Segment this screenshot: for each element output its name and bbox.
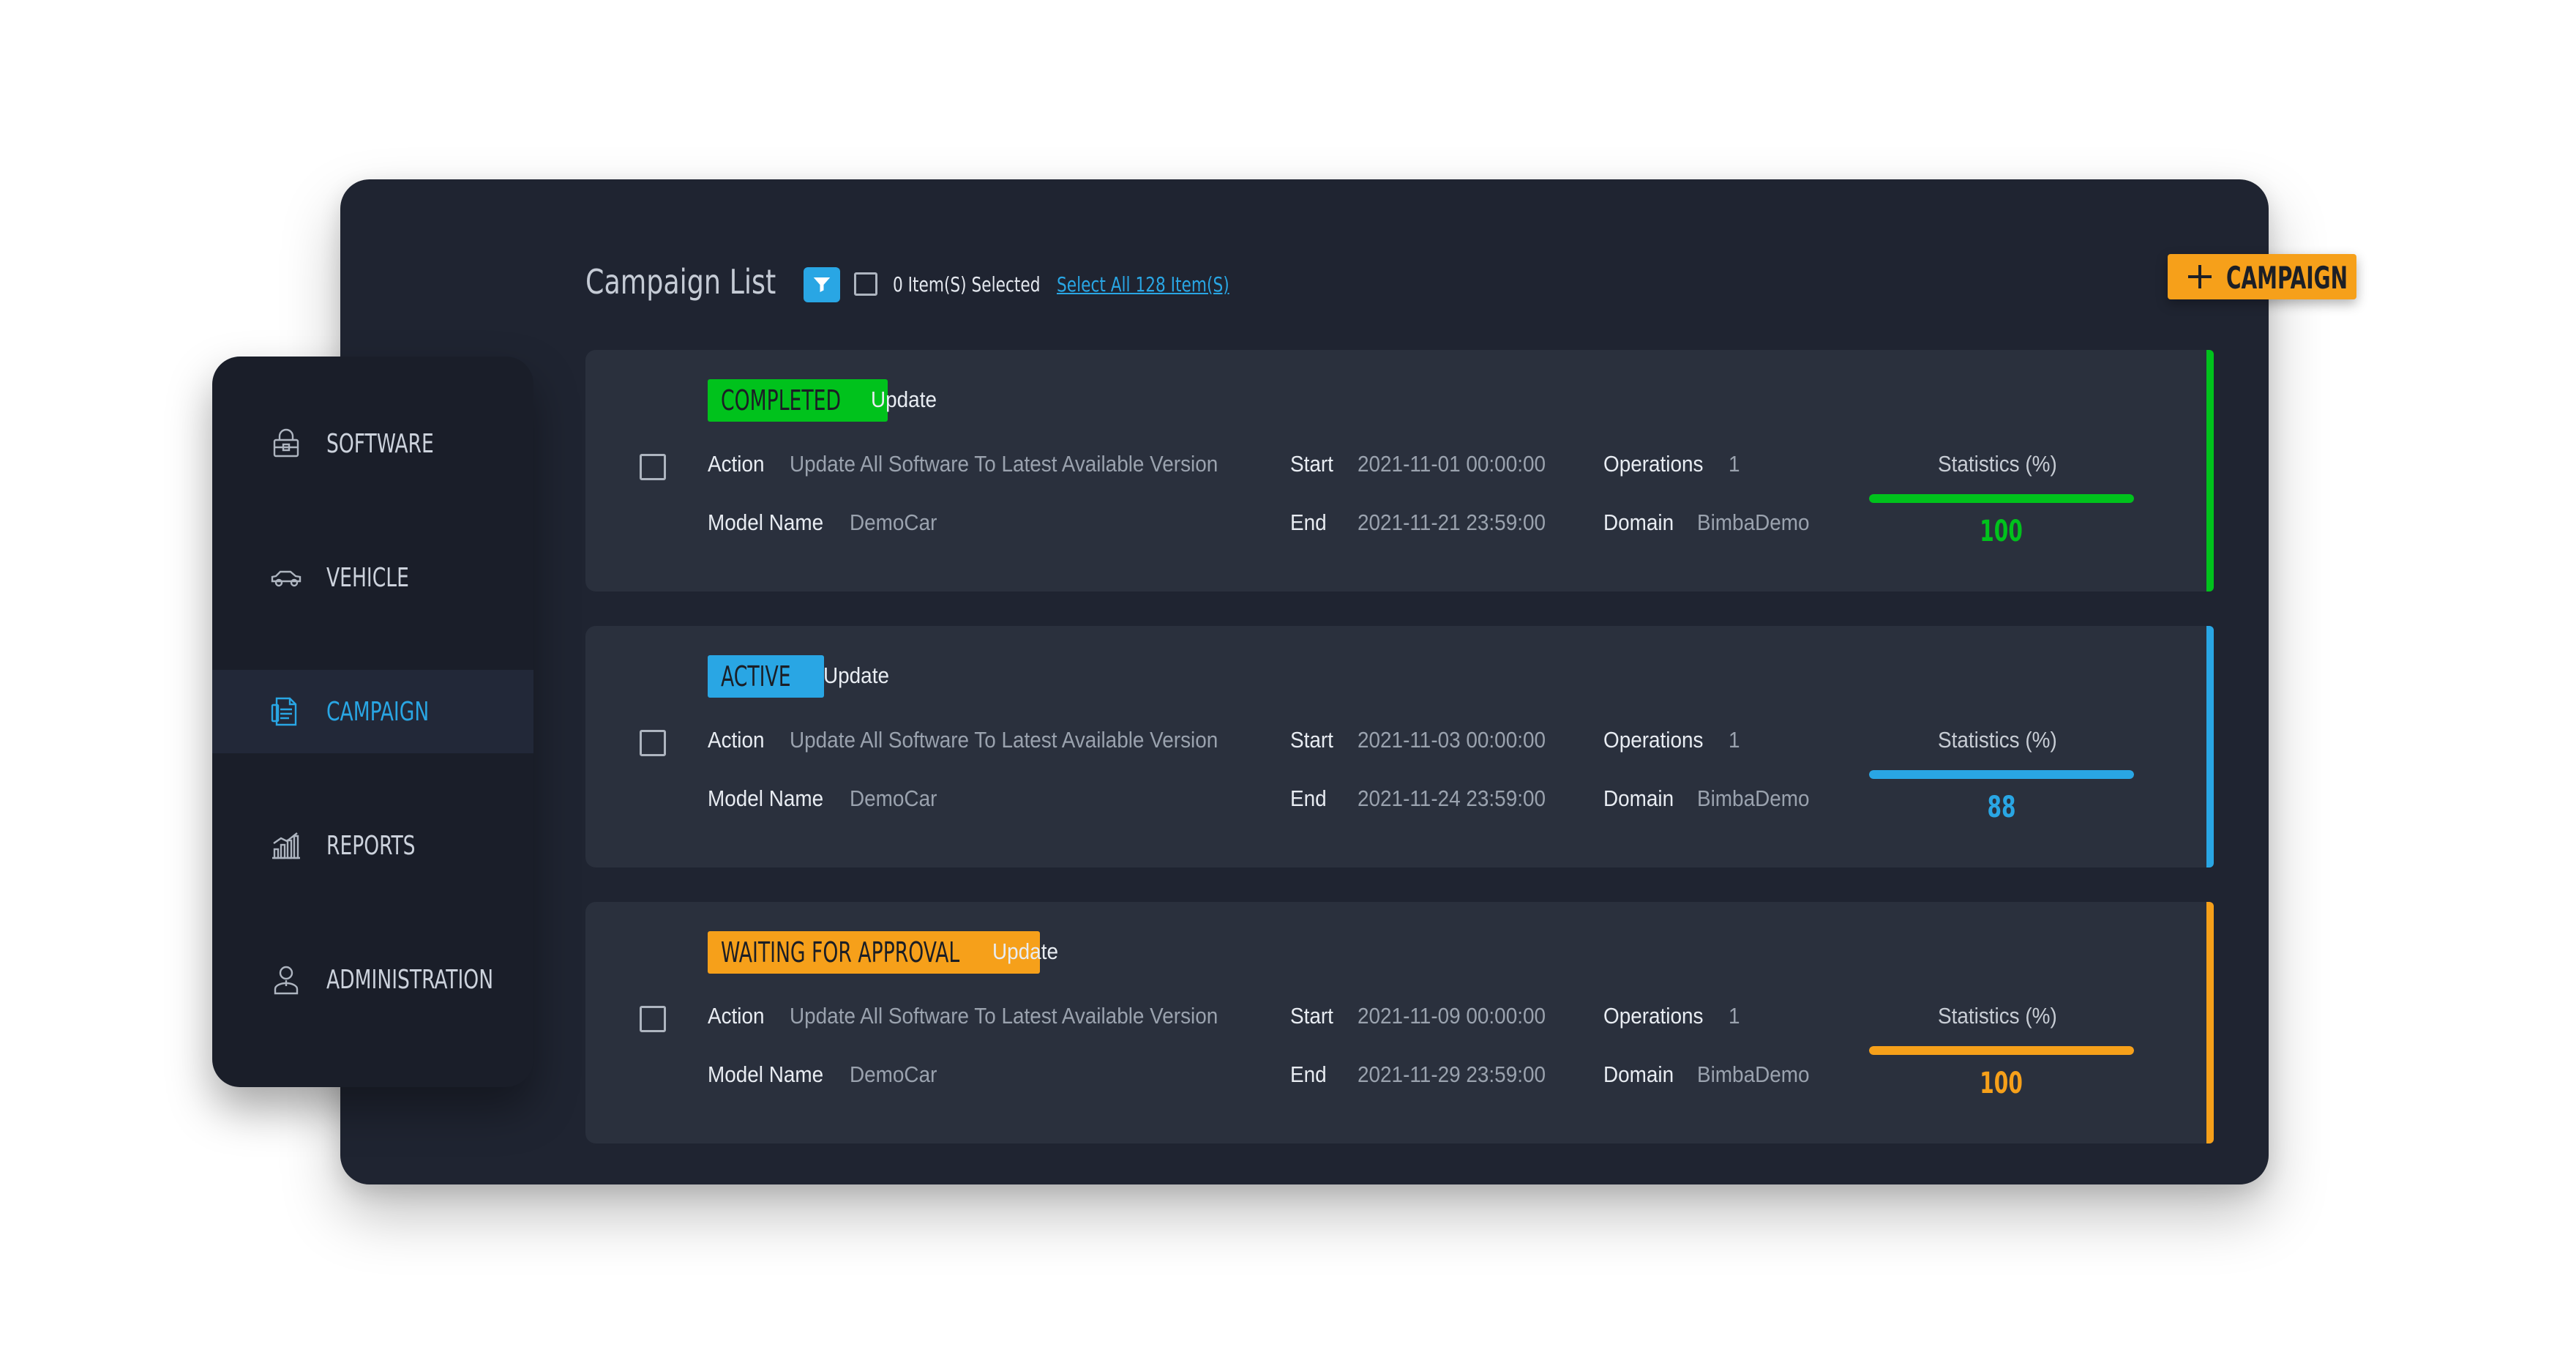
domain-label: Domain [1603,510,1674,535]
end-value: 2021-11-21 23:59:00 [1358,510,1546,535]
statistics-label: Statistics (%) [1938,451,2057,477]
end-value: 2021-11-29 23:59:00 [1358,1061,1546,1087]
operations-value: 1 [1729,451,1740,477]
status-badge: ACTIVE [708,655,824,698]
lock-package-icon [269,427,303,460]
row-checkbox[interactable] [640,1006,666,1032]
statistics-value: 100 [1980,515,2023,548]
user-icon [269,963,303,996]
sidebar-item-administration[interactable]: ADMINISTRATION [212,938,533,1021]
operations-label: Operations [1603,727,1704,753]
model-value: DemoCar [850,1061,937,1087]
domain-value: BimbaDemo [1697,1061,1810,1087]
operations-value: 1 [1729,727,1740,753]
statistics-bar-fill [1869,770,2134,779]
model-label: Model Name [708,786,824,811]
sidebar-item-label: CAMPAIGN [326,696,430,727]
campaign-card[interactable]: ACTIVE Update Action Update All Software… [585,626,2214,867]
start-value: 2021-11-01 00:00:00 [1358,451,1546,477]
end-label: End [1290,510,1327,535]
domain-label: Domain [1603,786,1674,811]
selected-count: 0 Item(S) Selected [893,272,1041,296]
campaign-type: Update [871,387,937,412]
statistics-bar-fill [1869,494,2134,503]
select-all-link[interactable]: Select All 128 Item(S) [1057,272,1229,296]
start-label: Start [1290,727,1333,753]
end-label: End [1290,786,1327,811]
campaign-card[interactable]: COMPLETED Update Action Update All Softw… [585,350,2214,592]
sidebar-item-label: REPORTS [326,830,416,861]
action-value: Update All Software To Latest Available … [790,727,1218,753]
plus-icon [2188,265,2212,288]
status-badge: WAITING FOR APPROVAL [708,931,1041,974]
campaign-type: Update [992,939,1058,964]
statistics-bar [1869,494,2134,503]
row-checkbox[interactable] [640,730,666,756]
action-value: Update All Software To Latest Available … [790,1003,1218,1029]
start-label: Start [1290,1003,1333,1029]
domain-value: BimbaDemo [1697,510,1810,535]
start-label: Start [1290,451,1333,477]
statistics-value: 88 [1987,791,2016,824]
operations-value: 1 [1729,1003,1740,1029]
start-value: 2021-11-09 00:00:00 [1358,1003,1546,1029]
statistics-value: 100 [1980,1067,2023,1100]
row-checkbox[interactable] [640,454,666,480]
select-all-checkbox[interactable] [854,272,877,296]
start-value: 2021-11-03 00:00:00 [1358,727,1546,753]
action-value: Update All Software To Latest Available … [790,451,1218,477]
car-icon [269,561,303,594]
sidebar-item-label: SOFTWARE [326,428,434,459]
statistics-label: Statistics (%) [1938,1003,2057,1029]
model-value: DemoCar [850,786,937,811]
statistics-bar [1869,770,2134,779]
action-label: Action [708,1003,765,1029]
sidebar-item-campaign[interactable]: CAMPAIGN [212,670,533,753]
add-campaign-label: CAMPAIGN [2226,260,2348,296]
sidebar-item-label: ADMINISTRATION [326,964,494,995]
domain-label: Domain [1603,1061,1674,1087]
campaign-type: Update [823,663,889,688]
campaign-card[interactable]: WAITING FOR APPROVAL Update Action Updat… [585,902,2214,1143]
filter-button[interactable] [804,267,840,302]
statistics-label: Statistics (%) [1938,727,2057,753]
action-label: Action [708,451,765,477]
sidebar-item-vehicle[interactable]: VEHICLE [212,536,533,619]
domain-value: BimbaDemo [1697,786,1810,811]
sidebar-item-label: VEHICLE [326,562,409,593]
statistics-bar-fill [1869,1046,2134,1055]
model-label: Model Name [708,1061,824,1087]
action-label: Action [708,727,765,753]
model-value: DemoCar [850,510,937,535]
filter-icon [813,277,831,292]
page-title: Campaign List [585,262,776,302]
sidebar-item-reports[interactable]: REPORTS [212,804,533,887]
sidebar: SOFTWARE VEHICLE CAMPAIGN REPORTS ADMINI… [212,357,533,1087]
status-stripe [2206,626,2214,867]
statistics-bar [1869,1046,2134,1055]
sidebar-item-software[interactable]: SOFTWARE [212,402,533,485]
end-label: End [1290,1061,1327,1087]
status-stripe [2206,350,2214,592]
status-badge: COMPLETED [708,379,888,422]
operations-label: Operations [1603,1003,1704,1029]
end-value: 2021-11-24 23:59:00 [1358,786,1546,811]
bar-chart-icon [269,829,303,862]
status-stripe [2206,902,2214,1143]
operations-label: Operations [1603,451,1704,477]
document-icon [269,695,303,728]
model-label: Model Name [708,510,824,535]
add-campaign-button[interactable]: CAMPAIGN [2168,254,2356,299]
